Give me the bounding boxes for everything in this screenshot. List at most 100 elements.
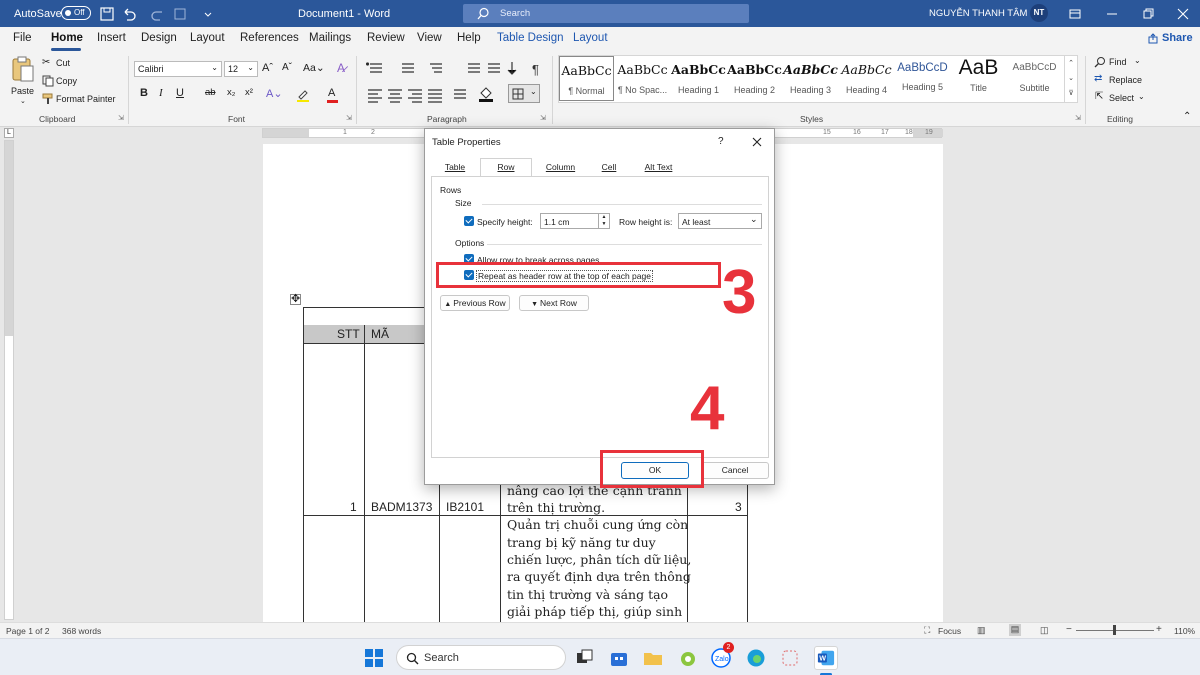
word-app-button[interactable]: W xyxy=(814,646,838,670)
paragraph-launcher-icon[interactable]: ⇲ xyxy=(540,114,546,122)
tab-view[interactable]: View xyxy=(417,32,442,44)
search-box[interactable]: Search xyxy=(463,4,749,23)
previous-row-button[interactable]: ▲ Previous Row xyxy=(440,295,510,311)
font-name-dropdown[interactable]: Calibri ⌄ xyxy=(134,61,222,77)
store-icon[interactable] xyxy=(609,648,629,668)
zoom-slider-thumb[interactable] xyxy=(1113,625,1116,635)
share-button[interactable]: Share xyxy=(1148,30,1193,48)
redo-icon[interactable] xyxy=(150,6,166,22)
dialog-tab-alt-text[interactable]: Alt Text xyxy=(636,159,681,176)
collapse-ribbon-icon[interactable]: ⌃ xyxy=(1183,111,1191,122)
help-button[interactable]: ? xyxy=(718,136,724,147)
shading-button[interactable] xyxy=(478,86,500,102)
tab-mailings[interactable]: Mailings xyxy=(309,32,351,44)
save-icon[interactable] xyxy=(99,6,115,22)
file-explorer-icon[interactable] xyxy=(643,648,663,668)
next-row-button[interactable]: ▼ Next Row xyxy=(519,295,589,311)
customize-toolbar-icon[interactable] xyxy=(200,6,216,22)
edge-icon[interactable] xyxy=(746,648,766,668)
style-heading-4[interactable]: AaBbCc Heading 4 xyxy=(839,56,894,101)
windows-start-icon[interactable] xyxy=(364,648,384,668)
table-cell[interactable] xyxy=(303,343,365,516)
tab-insert[interactable]: Insert xyxy=(97,32,126,44)
clear-formatting-icon[interactable]: A̷ xyxy=(337,61,345,75)
clipboard-launcher-icon[interactable]: ⇲ xyxy=(118,114,124,122)
paste-button[interactable]: Paste ⌄ xyxy=(8,56,36,108)
style-heading-3[interactable]: AaBbCc Heading 3 xyxy=(783,56,838,101)
tab-review[interactable]: Review xyxy=(367,32,405,44)
read-mode-icon[interactable]: ▥ xyxy=(977,625,986,636)
undo-icon[interactable] xyxy=(121,6,137,22)
styles-launcher-icon[interactable]: ⇲ xyxy=(1075,114,1081,122)
font-size-dropdown[interactable]: 12 ⌄ xyxy=(224,61,258,77)
zoom-level[interactable]: 110% xyxy=(1174,626,1195,636)
specify-height-checkbox[interactable] xyxy=(464,216,474,226)
subscript-button[interactable]: x₂ xyxy=(227,87,235,98)
task-view-icon[interactable] xyxy=(574,648,594,668)
zalo-app-button[interactable]: Zalo 2 xyxy=(711,642,734,668)
font-color-button[interactable]: A xyxy=(326,87,340,103)
print-preview-icon[interactable] xyxy=(172,6,188,22)
web-layout-icon[interactable]: ◫ xyxy=(1040,625,1049,636)
row-height-is-select[interactable]: At least ⌄ xyxy=(678,213,762,229)
tab-references[interactable]: References xyxy=(240,32,299,44)
table-move-handle-icon[interactable]: ✥ xyxy=(290,294,301,305)
tab-home[interactable]: Home xyxy=(51,32,83,44)
style-heading-5[interactable]: AaBbCcD Heading 5 xyxy=(895,56,950,101)
tab-design[interactable]: Design xyxy=(141,32,177,44)
dialog-close-icon[interactable] xyxy=(751,136,763,148)
dialog-tab-table[interactable]: Table xyxy=(437,159,473,176)
shrink-font-icon[interactable]: Aˇ xyxy=(282,62,292,73)
focus-button[interactable]: Focus xyxy=(938,626,961,636)
dialog-tab-row[interactable]: Row xyxy=(480,158,532,176)
vertical-ruler[interactable] xyxy=(4,140,14,620)
ribbon-display-icon[interactable] xyxy=(1067,6,1083,22)
tab-table-layout[interactable]: Layout xyxy=(573,32,608,44)
close-icon[interactable] xyxy=(1175,6,1191,22)
table-cell[interactable] xyxy=(364,515,440,625)
minimize-icon[interactable] xyxy=(1104,6,1120,22)
style-title[interactable]: AaB Title xyxy=(951,56,1006,101)
cancel-button[interactable]: Cancel xyxy=(701,462,769,479)
borders-button[interactable]: ⌄ xyxy=(508,84,540,103)
taskbar-search-box[interactable]: Search xyxy=(396,645,566,670)
tab-help[interactable]: Help xyxy=(457,32,481,44)
avatar[interactable]: NT xyxy=(1030,4,1048,22)
bold-button[interactable]: B xyxy=(140,87,148,99)
table-cell[interactable] xyxy=(303,515,365,625)
underline-button[interactable]: U xyxy=(176,87,184,99)
dialog-tab-column[interactable]: Column xyxy=(538,159,583,176)
style-heading-1[interactable]: AaBbCc Heading 1 xyxy=(671,56,726,101)
word-count[interactable]: 368 words xyxy=(62,626,101,636)
height-spinner-icon[interactable]: ▲ ▼ xyxy=(598,214,609,228)
style-subtitle[interactable]: AaBbCcD Subtitle xyxy=(1007,56,1062,101)
print-layout-icon[interactable]: ▤ xyxy=(1009,624,1021,636)
dialog-tab-cell[interactable]: Cell xyxy=(591,159,627,176)
tab-layout[interactable]: Layout xyxy=(190,32,225,44)
zoom-in-icon[interactable]: + xyxy=(1156,624,1162,635)
style-no-spacing[interactable]: AaBbCc ¶ No Spac... xyxy=(615,56,670,101)
italic-button[interactable]: I xyxy=(159,87,163,99)
autosave-toggle[interactable]: Off xyxy=(61,6,91,20)
highlight-button[interactable] xyxy=(296,88,310,102)
table-cell[interactable] xyxy=(687,515,748,625)
tab-file[interactable]: File xyxy=(13,32,32,44)
page-count[interactable]: Page 1 of 2 xyxy=(6,626,49,636)
text-effects-icon[interactable]: A⌄ xyxy=(266,87,283,100)
change-case-icon[interactable]: Aa⌄ xyxy=(303,62,325,74)
restore-icon[interactable] xyxy=(1140,6,1156,22)
styles-scroll-button[interactable]: ⌃ ⌄ ⊽ xyxy=(1064,56,1077,102)
superscript-button[interactable]: x² xyxy=(245,87,253,98)
style-heading-2[interactable]: AaBbCc Heading 2 xyxy=(727,56,782,101)
snipping-tool-icon[interactable] xyxy=(780,648,800,668)
strikethrough-button[interactable]: ab xyxy=(205,87,216,98)
height-input[interactable]: 1.1 cm ▲ ▼ xyxy=(540,213,610,229)
font-launcher-icon[interactable]: ⇲ xyxy=(346,114,352,122)
app-icon[interactable] xyxy=(678,648,698,668)
grow-font-icon[interactable]: Aˆ xyxy=(262,62,273,74)
tab-table-design[interactable]: Table Design xyxy=(497,32,563,44)
style-normal[interactable]: AaBbCc ¶ Normal xyxy=(559,56,614,101)
tab-selector[interactable]: L xyxy=(4,128,14,138)
table-cell[interactable] xyxy=(439,515,501,625)
zoom-out-icon[interactable]: − xyxy=(1066,624,1072,635)
